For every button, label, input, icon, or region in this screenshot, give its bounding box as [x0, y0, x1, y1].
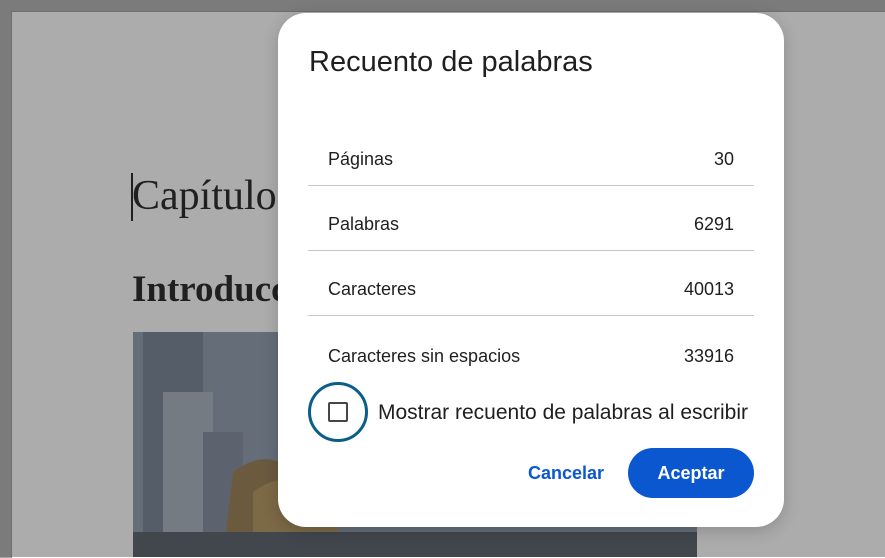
cancel-button[interactable]: Cancelar [514, 448, 618, 498]
stat-row-characters-no-spaces: Caracteres sin espacios 33916 [308, 318, 754, 382]
show-word-count-checkbox[interactable] [328, 402, 348, 422]
show-word-count-label[interactable]: Mostrar recuento de palabras al escribir [378, 401, 748, 425]
stat-value: 30 [713, 149, 734, 169]
checkbox-focus-ring[interactable] [308, 382, 368, 442]
stat-label: Palabras [328, 214, 400, 234]
ok-button[interactable]: Aceptar [628, 448, 754, 498]
stat-value: 33916 [683, 346, 734, 366]
stat-label: Caracteres sin espacios [328, 346, 521, 366]
stat-row-pages: Páginas 30 [308, 121, 754, 186]
stat-row-characters: Caracteres 40013 [308, 251, 754, 316]
stat-value: 40013 [683, 279, 734, 299]
stat-label: Páginas [328, 149, 394, 169]
stat-label: Caracteres [328, 279, 417, 299]
word-count-dialog: Recuento de palabras Páginas 30 Palabras… [278, 13, 784, 527]
stat-row-words: Palabras 6291 [308, 186, 754, 251]
dialog-title: Recuento de palabras [309, 46, 593, 78]
stat-value: 6291 [693, 214, 734, 234]
